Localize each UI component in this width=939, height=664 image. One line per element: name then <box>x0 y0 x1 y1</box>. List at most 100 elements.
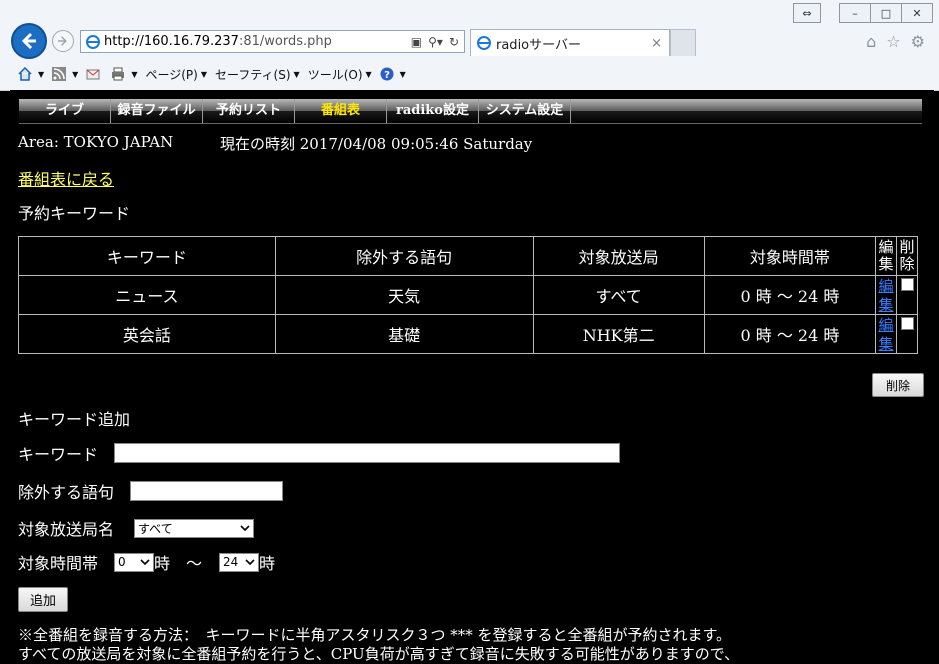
chevron-down-icon <box>245 558 255 565</box>
nav-item-program-guide[interactable]: 番組表 <box>295 99 387 123</box>
table-row: ニュース 天気 すべて 0 時 ～ 24 時 編集 <box>18 275 918 315</box>
cell-delete <box>896 275 918 315</box>
arrow-right-icon <box>58 36 67 46</box>
note-line-1: ※全番組を録音する方法： キーワードに半角アスタリスク３つ *** を登録すると… <box>18 626 732 644</box>
keyword-label: キーワード <box>18 445 99 464</box>
col-keyword: キーワード <box>18 236 276 276</box>
settings-gear-icon[interactable]: ⚙ <box>911 32 925 51</box>
rss-icon <box>52 67 67 81</box>
nav-item-radiko-settings[interactable]: radiko設定 <box>387 99 479 123</box>
address-url: http://160.16.79.237:81/words.php <box>104 34 332 49</box>
home-menu[interactable]: ▼ <box>18 67 44 81</box>
print-menu[interactable]: ▼ <box>111 67 137 81</box>
keyword-input[interactable] <box>114 443 621 463</box>
time-row: 対象時間帯 0 時 ～ 24 時 <box>18 550 275 574</box>
tab-radio-server[interactable]: radioサーバー × <box>470 29 670 56</box>
search-icon[interactable]: ⚲▾ <box>428 35 443 49</box>
mail-menu[interactable] <box>86 67 103 81</box>
cell-keyword: ニュース <box>18 275 276 315</box>
col-delete: 削除 <box>896 236 918 276</box>
forward-button[interactable] <box>52 30 74 52</box>
nav-item-recordings[interactable]: 録音ファイル <box>111 99 203 123</box>
tools-menu[interactable]: ツール(O) ▼ <box>308 66 372 83</box>
exclude-input[interactable] <box>130 481 284 501</box>
exclude-row: 除外する語句 <box>18 479 284 503</box>
current-time: 現在の時刻 2017/04/08 09:05:46 Saturday <box>220 135 533 153</box>
area-label: Area: TOKYO JAPAN <box>18 133 174 151</box>
note-line-2: すべての放送局を対象に全番組予約を行うと、CPU負荷が高すぎて録音に失敗する可能… <box>18 645 740 663</box>
home-icon[interactable]: ⌂ <box>866 32 876 51</box>
cell-station: NHK第二 <box>532 314 705 354</box>
maximize-button[interactable]: □ <box>870 3 902 23</box>
keyword-table: キーワード 除外する語句 対象放送局 対象時間帯 編集 削除 ニュース 天気 す… <box>18 236 918 354</box>
station-select[interactable]: すべて <box>134 518 255 538</box>
cell-station: すべて <box>532 275 705 315</box>
address-bar[interactable]: http://160.16.79.237:81/words.php ▣ ⚲▾ ↻ <box>80 30 465 53</box>
cell-delete <box>896 314 918 354</box>
help-icon: ? <box>380 67 394 81</box>
delete-checkbox[interactable] <box>900 278 914 291</box>
time-from-select[interactable]: 0 <box>114 552 155 572</box>
minimize-button[interactable]: – <box>839 3 871 23</box>
cell-exclude: 基礎 <box>274 314 534 354</box>
cell-edit: 編集 <box>875 314 897 354</box>
restore-window-icon[interactable]: ⇔ <box>793 3 821 23</box>
table-header-row: キーワード 除外する語句 対象放送局 対象時間帯 編集 削除 <box>18 236 918 276</box>
time-to-select[interactable]: 24 <box>219 552 260 572</box>
nav-item-reservations[interactable]: 予約リスト <box>203 99 295 123</box>
cell-time: 0 時 ～ 24 時 <box>703 275 877 315</box>
chevron-down-icon <box>140 558 150 565</box>
home-menu-icon <box>18 67 32 81</box>
cell-edit: 編集 <box>875 275 897 315</box>
page-menu[interactable]: ページ(P) ▼ <box>145 66 207 83</box>
hour-suffix-to: 時 <box>259 554 276 573</box>
back-button[interactable] <box>11 23 47 59</box>
ie-tab-icon <box>477 36 491 50</box>
reserved-keywords-title: 予約キーワード <box>18 204 131 223</box>
new-tab-button[interactable] <box>670 29 696 56</box>
browser-chrome: – □ ✕ ⇔ http://160.16.79.237:81/words.ph… <box>0 0 939 91</box>
col-edit: 編集 <box>875 236 897 276</box>
main-nav: ライブ 録音ファイル 予約リスト 番組表 radiko設定 システム設定 <box>19 99 922 124</box>
arrow-left-icon <box>21 32 36 50</box>
edit-link[interactable]: 編集 <box>879 316 894 353</box>
col-exclude: 除外する語句 <box>274 236 534 276</box>
svg-text:?: ? <box>384 70 390 81</box>
hour-suffix-from: 時 <box>154 554 171 573</box>
cell-time: 0 時 ～ 24 時 <box>703 314 877 354</box>
browser-tools: ⌂ ☆ ⚙ <box>866 32 925 51</box>
refresh-icon[interactable]: ↻ <box>449 35 459 49</box>
table-row: 英会話 基礎 NHK第二 0 時 ～ 24 時 編集 <box>18 314 918 354</box>
command-bar: ▼ ▼ ▼ ページ(P) ▼ セーフティ(S) ▼ ツール(O) ▼ ? ▼ <box>0 60 939 88</box>
cell-exclude: 天気 <box>274 275 534 315</box>
delete-button[interactable]: 削除 <box>872 373 924 397</box>
feeds-menu[interactable]: ▼ <box>52 67 78 81</box>
station-row: 対象放送局名 すべて <box>18 516 255 540</box>
time-label: 対象時間帯 <box>18 554 99 573</box>
keyword-row: キーワード <box>18 441 621 465</box>
favorites-star-icon[interactable]: ☆ <box>886 32 900 51</box>
safety-menu[interactable]: セーフティ(S) ▼ <box>215 66 300 83</box>
nav-item-system-settings[interactable]: システム設定 <box>479 99 571 123</box>
mail-icon <box>86 69 100 80</box>
col-station: 対象放送局 <box>532 236 705 276</box>
station-label: 対象放送局名 <box>18 520 115 539</box>
close-window-button[interactable]: ✕ <box>901 3 933 23</box>
delete-checkbox[interactable] <box>900 317 914 330</box>
col-time: 対象時間帯 <box>703 236 877 276</box>
exclude-label: 除外する語句 <box>18 483 115 502</box>
back-to-program-guide-link[interactable]: 番組表に戻る <box>18 166 114 190</box>
cell-keyword: 英会話 <box>18 314 276 354</box>
help-menu[interactable]: ? ▼ <box>380 67 406 81</box>
add-button[interactable]: 追加 <box>18 587 68 612</box>
printer-icon <box>112 67 125 81</box>
tab-title: radioサーバー <box>496 37 581 53</box>
edit-link[interactable]: 編集 <box>879 277 894 314</box>
nav-item-live[interactable]: ライブ <box>19 99 111 123</box>
ie-favicon-icon <box>86 34 100 49</box>
add-keyword-title: キーワード追加 <box>18 410 131 429</box>
tilde-separator: ～ <box>186 554 203 573</box>
compatibility-view-icon[interactable]: ▣ <box>411 35 422 49</box>
window-controls: – □ ✕ <box>839 3 933 23</box>
tab-close-icon[interactable]: × <box>651 36 662 51</box>
